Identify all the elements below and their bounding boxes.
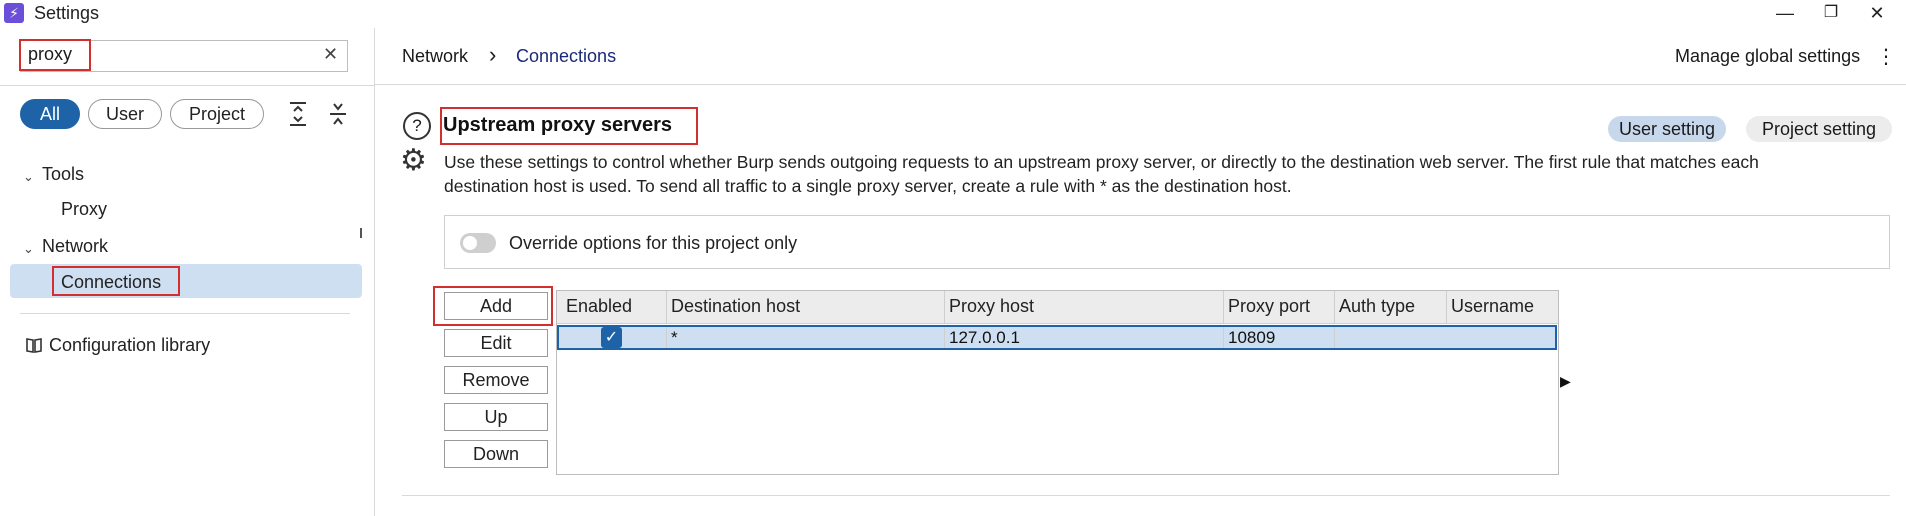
scroll-marker bbox=[360, 228, 362, 238]
filter-user[interactable]: User bbox=[88, 99, 162, 129]
column-divider[interactable] bbox=[1446, 291, 1447, 323]
expand-all-icon[interactable] bbox=[288, 100, 308, 128]
column-destination-host[interactable]: Destination host bbox=[671, 296, 800, 317]
close-button[interactable]: ✕ bbox=[1854, 0, 1900, 28]
manage-global-settings-button[interactable]: Manage global settings bbox=[1675, 46, 1860, 67]
table-row[interactable] bbox=[557, 325, 1557, 350]
breadcrumb-separator: › bbox=[489, 42, 497, 67]
column-proxy-port[interactable]: Proxy port bbox=[1228, 296, 1310, 317]
gear-icon[interactable]: ⚙ bbox=[400, 146, 427, 176]
section-description: Use these settings to control whether Bu… bbox=[444, 150, 1864, 198]
cell-divider bbox=[944, 327, 945, 348]
edit-button[interactable]: Edit bbox=[444, 329, 548, 357]
cell-divider bbox=[1223, 327, 1224, 348]
section-divider bbox=[402, 495, 1890, 496]
column-divider[interactable] bbox=[1334, 291, 1335, 323]
lightning-icon: ⚡ bbox=[4, 3, 24, 23]
override-label: Override options for this project only bbox=[509, 233, 798, 253]
sidebar-divider bbox=[20, 313, 350, 314]
more-icon[interactable]: ⋮ bbox=[1876, 44, 1896, 69]
configuration-library-link[interactable]: Configuration library bbox=[49, 335, 210, 356]
tree-tools[interactable]: Tools bbox=[42, 164, 84, 185]
user-setting-badge[interactable]: User setting bbox=[1608, 116, 1726, 142]
window-title: Settings bbox=[34, 3, 100, 23]
column-divider[interactable] bbox=[944, 291, 945, 323]
scroll-right-arrow-icon[interactable]: ▶ bbox=[1560, 373, 1571, 390]
title-highlight bbox=[440, 107, 698, 145]
header-divider bbox=[375, 84, 1906, 85]
up-button[interactable]: Up bbox=[444, 403, 548, 431]
title-bar bbox=[0, 0, 1906, 28]
search-highlight bbox=[19, 39, 91, 71]
collapse-all-icon[interactable] bbox=[328, 100, 348, 128]
breadcrumb-connections[interactable]: Connections bbox=[516, 46, 616, 67]
column-enabled[interactable]: Enabled bbox=[566, 296, 632, 317]
tree-network[interactable]: Network bbox=[42, 236, 108, 257]
column-divider[interactable] bbox=[1223, 291, 1224, 323]
add-button[interactable]: Add bbox=[444, 292, 548, 320]
column-divider[interactable] bbox=[666, 291, 667, 323]
close-icon[interactable]: ✕ bbox=[323, 44, 338, 65]
breadcrumb-network[interactable]: Network bbox=[402, 46, 468, 67]
toggle-knob[interactable] bbox=[463, 236, 477, 250]
column-username[interactable]: Username bbox=[1451, 296, 1534, 317]
book-icon bbox=[25, 336, 43, 354]
help-icon[interactable]: ? bbox=[403, 112, 431, 140]
chevron-down-icon[interactable]: ⌄ bbox=[23, 241, 34, 257]
down-button[interactable]: Down bbox=[444, 440, 548, 468]
tree-proxy[interactable]: Proxy bbox=[61, 199, 107, 220]
filter-all[interactable]: All bbox=[20, 99, 80, 129]
cell-destination-host: * bbox=[671, 328, 678, 347]
project-setting-badge[interactable]: Project setting bbox=[1746, 116, 1892, 142]
restore-button[interactable]: ❐ bbox=[1808, 0, 1854, 28]
connections-highlight bbox=[52, 266, 180, 296]
cell-proxy-port: 10809 bbox=[1228, 328, 1276, 347]
column-auth-type[interactable]: Auth type bbox=[1339, 296, 1415, 317]
sidebar-divider bbox=[0, 85, 374, 86]
cell-proxy-host: 127.0.0.1 bbox=[949, 328, 1020, 347]
cell-divider bbox=[666, 327, 667, 348]
minimize-button[interactable]: — bbox=[1762, 0, 1808, 28]
chevron-down-icon[interactable]: ⌄ bbox=[23, 169, 34, 185]
filter-project[interactable]: Project bbox=[170, 99, 264, 129]
cell-divider bbox=[1334, 327, 1335, 348]
enabled-checkbox[interactable]: ✓ bbox=[601, 327, 622, 348]
description-line-2: destination host is used. To send all tr… bbox=[444, 176, 1292, 196]
column-proxy-host[interactable]: Proxy host bbox=[949, 296, 1034, 317]
description-line-1: Use these settings to control whether Bu… bbox=[444, 152, 1759, 172]
remove-button[interactable]: Remove bbox=[444, 366, 548, 394]
